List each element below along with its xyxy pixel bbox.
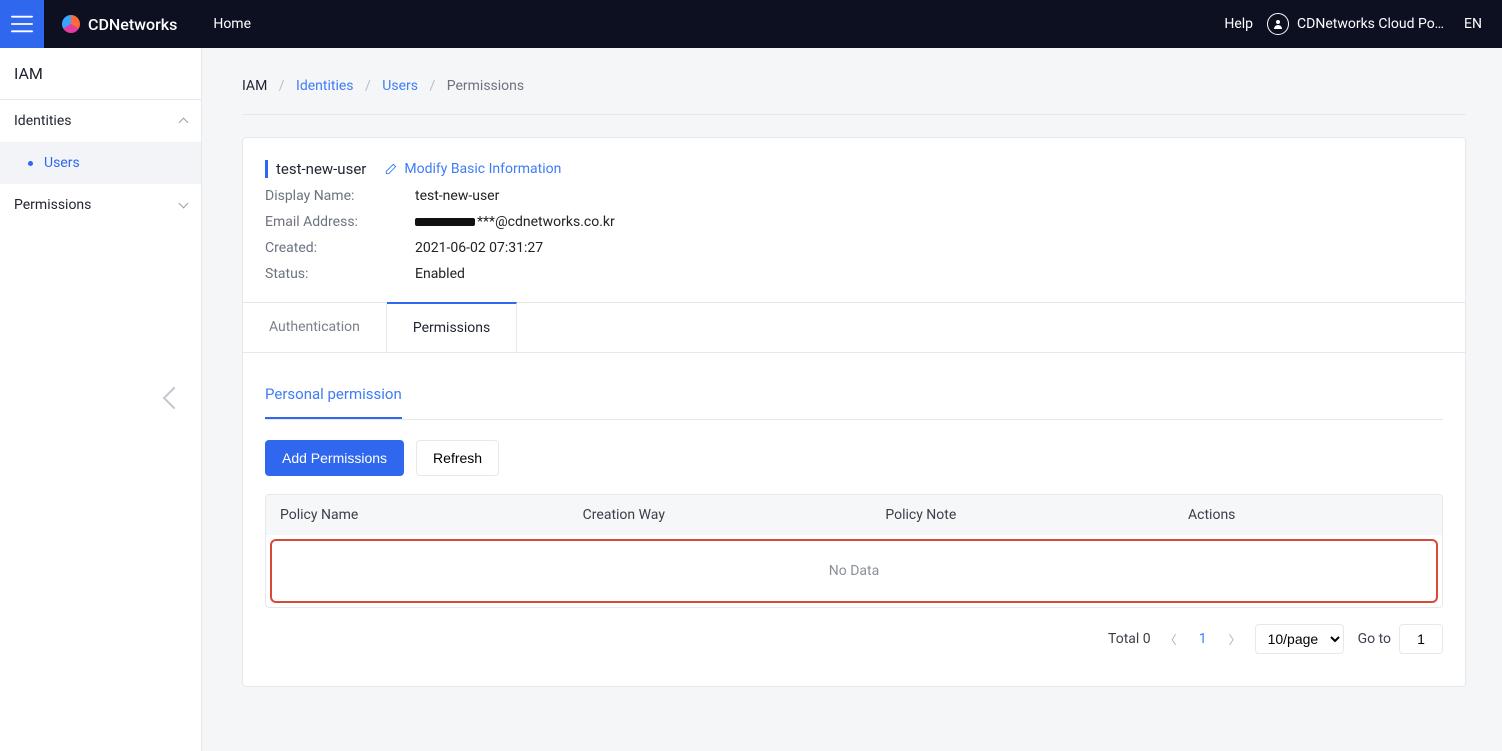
prev-page-edge[interactable] — [166, 390, 182, 410]
display-name-label: Display Name: — [265, 188, 415, 204]
edit-icon — [384, 162, 398, 176]
status-label: Status: — [265, 266, 415, 282]
account-name: CDNetworks Cloud Po… — [1297, 16, 1444, 32]
permissions-table: Policy Name Creation Way Policy Note Act… — [265, 494, 1443, 608]
goto-input[interactable] — [1399, 624, 1443, 654]
pagination-next[interactable]: 〉 — [1229, 631, 1241, 648]
sidenav-item-identities[interactable]: Identities — [0, 100, 201, 142]
breadcrumb-root: IAM — [242, 78, 267, 94]
brand[interactable]: CDNetworks — [44, 15, 195, 34]
sidenav-title: IAM — [0, 48, 201, 100]
detail-tabs: Authentication Permissions — [243, 302, 1465, 353]
modify-basic-info-label: Modify Basic Information — [404, 161, 561, 177]
breadcrumb: IAM / Identities / Users / Permissions — [242, 78, 1466, 115]
topbar: CDNetworks Home Help CDNetworks Cloud Po… — [0, 0, 1502, 48]
created-label: Created: — [265, 240, 415, 256]
active-dot-icon — [28, 161, 33, 166]
user-card: test-new-user Modify Basic Information D… — [242, 137, 1466, 687]
breadcrumb-identities[interactable]: Identities — [296, 78, 353, 94]
chevron-left-icon — [163, 386, 186, 409]
hamburger-icon — [11, 15, 33, 33]
help-link[interactable]: Help — [1210, 16, 1267, 32]
main-content: IAM / Identities / Users / Permissions t… — [202, 48, 1502, 751]
created-value: 2021-06-02 07:31:27 — [415, 240, 1443, 256]
chevron-down-icon — [179, 198, 189, 208]
sidenav-sub-label: Users — [44, 155, 80, 171]
brand-logo-icon — [62, 15, 80, 33]
user-title: test-new-user — [265, 160, 366, 178]
breadcrumb-current: Permissions — [447, 78, 524, 94]
pagination-page-1[interactable]: 1 — [1191, 631, 1215, 647]
email-label: Email Address: — [265, 214, 415, 230]
sidenav-item-label: Permissions — [14, 197, 91, 213]
breadcrumb-users[interactable]: Users — [382, 78, 418, 94]
col-policy-name: Policy Name — [280, 507, 583, 523]
language-switcher[interactable]: EN — [1458, 16, 1482, 32]
col-policy-note: Policy Note — [885, 507, 1188, 523]
home-link[interactable]: Home — [195, 16, 269, 32]
user-info-grid: Display Name: test-new-user Email Addres… — [265, 188, 1443, 282]
col-actions: Actions — [1188, 507, 1428, 523]
pagination-total: Total 0 — [1108, 631, 1151, 647]
redacted-icon — [415, 218, 475, 226]
table-empty-state: No Data — [270, 539, 1438, 603]
tab-authentication[interactable]: Authentication — [243, 303, 387, 352]
chevron-up-icon — [179, 117, 189, 127]
display-name-value: test-new-user — [415, 188, 1443, 204]
user-avatar-icon — [1267, 13, 1289, 35]
goto-label: Go to — [1358, 631, 1391, 647]
menu-toggle[interactable] — [0, 0, 44, 48]
sidenav-sub-users[interactable]: Users — [0, 142, 201, 184]
modify-basic-info-link[interactable]: Modify Basic Information — [384, 161, 561, 177]
refresh-button[interactable]: Refresh — [416, 440, 499, 476]
account-menu[interactable]: CDNetworks Cloud Po… — [1267, 13, 1458, 35]
tab-permissions[interactable]: Permissions — [387, 302, 517, 352]
brand-text: CDNetworks — [88, 15, 177, 34]
sidenav-item-permissions[interactable]: Permissions — [0, 184, 201, 226]
email-value: ***@cdnetworks.co.kr — [415, 214, 1443, 230]
pagination-prev[interactable]: 〈 — [1165, 631, 1177, 648]
col-creation-way: Creation Way — [583, 507, 886, 523]
subtab-personal-permission[interactable]: Personal permission — [265, 375, 402, 419]
table-header: Policy Name Creation Way Policy Note Act… — [266, 495, 1442, 535]
add-permissions-button[interactable]: Add Permissions — [265, 440, 404, 476]
page-size-select[interactable]: 10/page — [1255, 624, 1344, 654]
sidenav-item-label: Identities — [14, 113, 71, 129]
pagination: Total 0 〈 1 〉 10/page Go to — [265, 624, 1443, 654]
status-value: Enabled — [415, 266, 1443, 282]
permission-subtabs: Personal permission — [265, 375, 1443, 420]
